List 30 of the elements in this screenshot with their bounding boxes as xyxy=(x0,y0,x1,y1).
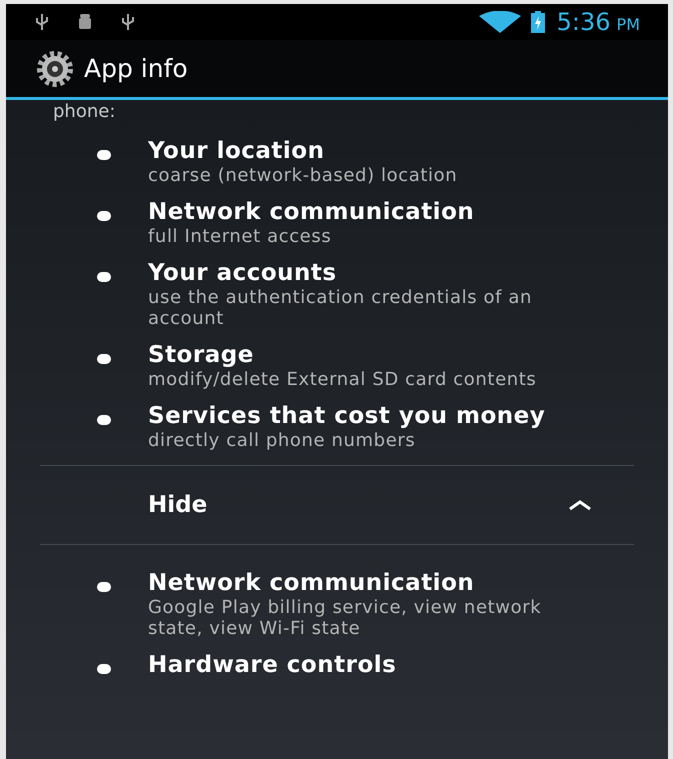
screen-title: App info xyxy=(84,52,188,85)
bullet-icon xyxy=(97,354,111,364)
permission-title: Your accounts xyxy=(148,259,338,287)
hide-toggle[interactable]: Hide xyxy=(40,466,634,544)
bullet-icon xyxy=(97,415,111,425)
usb-icon xyxy=(120,13,136,31)
permission-detail: use the authentication credentials of an account xyxy=(148,287,533,329)
permission-title: Services that cost you money xyxy=(148,402,546,430)
wifi-icon xyxy=(478,11,521,33)
bullet-icon xyxy=(97,150,111,160)
permission-detail: modify/delete External SD card contents xyxy=(148,369,538,390)
bullet-icon xyxy=(97,272,111,282)
bullet-icon xyxy=(97,664,111,674)
permission-title: Your location xyxy=(148,137,326,165)
permission-detail: coarse (network-based) location xyxy=(148,165,458,186)
bullet-icon xyxy=(97,582,111,592)
usb-icon xyxy=(34,13,50,31)
gear-icon[interactable] xyxy=(36,50,74,88)
clock-time: 5:36 xyxy=(556,10,611,34)
battery-icon xyxy=(530,11,545,33)
intro-text: phone: xyxy=(53,101,116,123)
permission-title: Hardware controls xyxy=(148,651,398,679)
bullet-icon xyxy=(97,211,111,221)
clock-period: PM xyxy=(616,16,640,32)
permission-detail: full Internet access xyxy=(148,226,332,247)
permission-detail: directly call phone numbers xyxy=(148,430,416,451)
permission-detail: Google Play billing service, view network state, view Wi-Fi state xyxy=(148,597,542,639)
permission-title: Network communication xyxy=(148,198,476,226)
permission-title: Storage xyxy=(148,341,255,369)
permission-title: Network communication xyxy=(148,569,476,597)
